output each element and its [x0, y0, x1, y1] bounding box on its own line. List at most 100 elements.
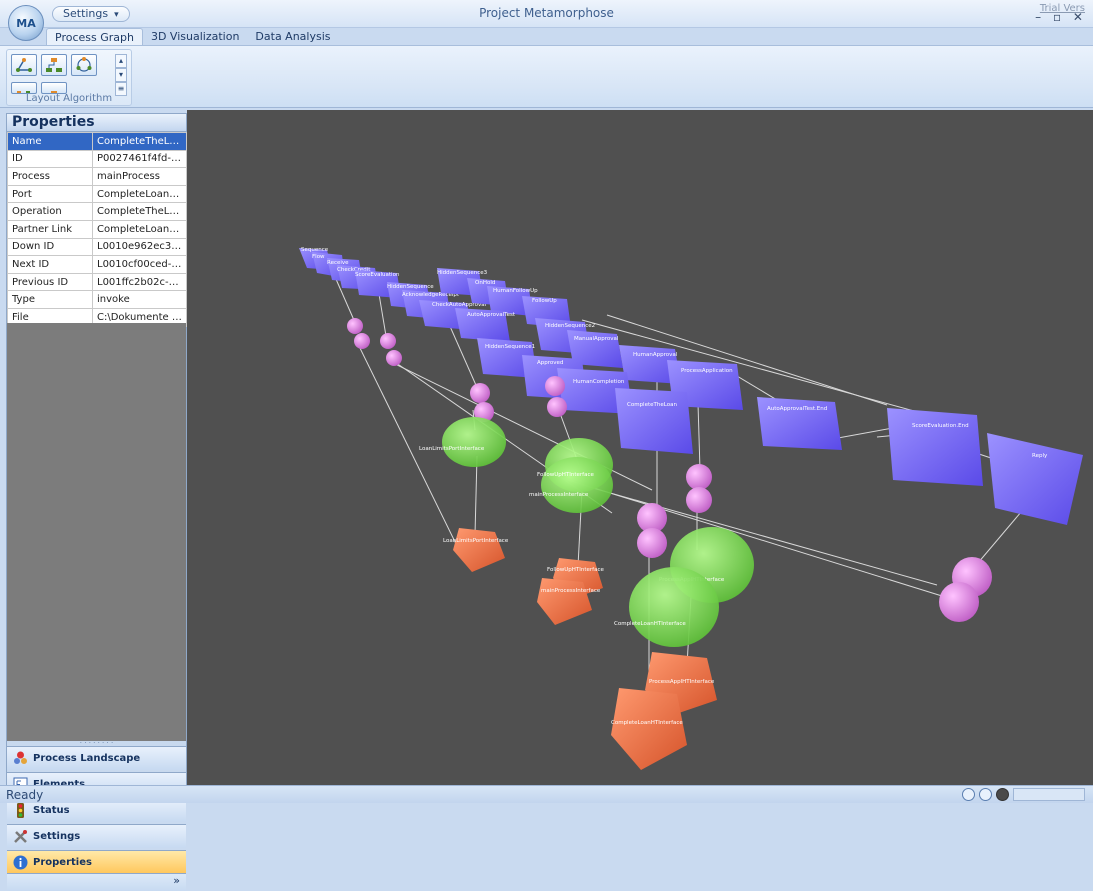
nav-label: Settings — [33, 831, 81, 842]
properties-panel: Properties Name CompleteTheLoan ID P0027461… — [6, 113, 187, 891]
property-key: Operation — [7, 202, 93, 221]
connector-sphere[interactable] — [939, 582, 979, 622]
nav-properties[interactable]: Properties — [7, 850, 186, 874]
hierarchy-layout-icon — [46, 58, 62, 72]
process-node[interactable]: AutoApprovalTest — [455, 308, 516, 342]
svg-text:LoanLimitsPortInterface: LoanLimitsPortInterface — [419, 446, 485, 452]
gallery-scroll-down[interactable]: ▾ — [115, 68, 127, 82]
status-bar: Ready — [0, 785, 1093, 803]
property-value[interactable]: L0010e962ec3-d59... — [92, 237, 187, 257]
property-value[interactable]: invoke — [92, 290, 187, 309]
zoom-slider[interactable] — [1013, 788, 1085, 801]
process-node[interactable]: CompleteTheLoan — [615, 388, 693, 454]
property-key: Down ID — [7, 237, 93, 257]
connector-sphere[interactable] — [380, 333, 396, 349]
port-box[interactable]: LoanLimitsPortInterface — [443, 528, 509, 572]
property-row[interactable]: PortCompleteLoanHTInt... — [7, 184, 187, 204]
application-menu-button[interactable]: MA — [8, 5, 44, 41]
app-logo-text: MA — [16, 16, 36, 30]
window-controls[interactable]: – ▫ ✕ — [1035, 10, 1087, 24]
property-row[interactable]: Next IDL0010cf00ced-623... — [7, 255, 187, 274]
dark-mode-icon[interactable] — [996, 788, 1009, 801]
property-row[interactable]: IDP0027461f4fd-5f7f-... — [7, 149, 187, 169]
interface-sphere[interactable]: FollowUpHTInterface mainProcessInterface — [529, 438, 613, 513]
connector-sphere[interactable] — [470, 383, 490, 403]
svg-text:HiddenSequence: HiddenSequence — [387, 284, 434, 290]
property-value[interactable]: CompleteTheLoan — [92, 132, 187, 151]
svg-text:Sequence: Sequence — [301, 247, 329, 253]
tools-icon — [14, 830, 27, 843]
process-node[interactable]: ScoreEvaluation.End — [887, 408, 983, 486]
connector-sphere[interactable] — [545, 376, 565, 396]
property-row[interactable]: Type invoke — [7, 290, 187, 309]
property-key: Partner Link — [7, 219, 93, 239]
layout-algorithm-label: Layout Algorithm — [25, 93, 113, 104]
tab-3d-visualization[interactable]: 3D Visualization — [143, 28, 247, 46]
tab-process-graph[interactable]: Process Graph — [46, 28, 143, 46]
svg-text:CompleteLoanHTInterface: CompleteLoanHTInterface — [614, 621, 686, 627]
svg-text:Flow: Flow — [312, 254, 325, 260]
property-value[interactable]: mainProcess — [92, 167, 187, 186]
connector-sphere[interactable] — [686, 487, 712, 513]
property-key: Name — [7, 132, 93, 151]
interface-sphere[interactable]: LoanLimitsPortInterface — [419, 417, 506, 467]
port-box[interactable]: CompleteLoanHTInterface — [611, 688, 687, 770]
globe-icon[interactable] — [962, 788, 975, 801]
property-row[interactable]: Process mainProcess — [7, 167, 187, 186]
nav-overflow-button[interactable]: » — [7, 873, 186, 891]
nav-settings[interactable]: Settings — [7, 824, 186, 848]
gallery-scroll-up[interactable]: ▴ — [115, 54, 127, 68]
svg-text:HumanFollowUp: HumanFollowUp — [493, 288, 538, 294]
property-value[interactable]: L0010cf00ced-623... — [92, 255, 187, 274]
layout-tree-button[interactable] — [11, 54, 37, 76]
svg-text:CompleteTheLoan: CompleteTheLoan — [627, 402, 677, 408]
connector-sphere[interactable] — [686, 464, 712, 490]
tab-data-analysis[interactable]: Data Analysis — [247, 28, 338, 46]
svg-text:ManualApproval: ManualApproval — [574, 336, 619, 342]
property-key: Previous ID — [7, 272, 93, 292]
svg-text:HiddenSequence1: HiddenSequence1 — [485, 344, 535, 350]
layout-hierarchy-button[interactable] — [41, 54, 67, 76]
property-value[interactable]: CompleteLoanHTInt... — [92, 184, 187, 204]
connector-sphere[interactable] — [354, 333, 370, 349]
property-row[interactable]: Partner LinkCompleteLoanHTInt... — [7, 219, 187, 239]
status-text: Ready — [6, 788, 44, 802]
process-node[interactable]: AutoApprovalTest.End — [757, 397, 842, 450]
properties-empty-area — [7, 323, 186, 741]
window-title: Project Metamorphose — [479, 6, 614, 20]
svg-text:AutoApprovalTest: AutoApprovalTest — [467, 312, 516, 318]
svg-text:ScoreEvaluation.End: ScoreEvaluation.End — [912, 423, 969, 429]
process-graph-view[interactable]: Sequence Flow Receive CheckCredit ScoreE… — [187, 110, 1093, 785]
graph-canvas[interactable]: Sequence Flow Receive CheckCredit ScoreE… — [187, 110, 1093, 785]
property-row[interactable]: Previous IDL001ffc2b02c-4c7a... — [7, 272, 187, 292]
property-value[interactable]: L001ffc2b02c-4c7a... — [92, 272, 187, 292]
layout-circle-button[interactable] — [71, 54, 97, 76]
connector-sphere[interactable] — [637, 528, 667, 558]
svg-text:FollowUp: FollowUp — [532, 298, 557, 304]
connector-sphere[interactable] — [347, 318, 363, 334]
connector-sphere[interactable] — [386, 350, 402, 366]
property-key: Next ID — [7, 255, 93, 274]
nav-label: Process Landscape — [33, 753, 141, 764]
process-node[interactable]: Reply — [987, 433, 1083, 525]
title-bar: Settings ▾ Project Metamorphose Trial Ver… — [0, 0, 1093, 28]
tree-layout-icon — [16, 58, 32, 72]
svg-text:HumanApproval: HumanApproval — [633, 352, 678, 358]
property-key: Port — [7, 184, 93, 204]
property-value[interactable]: CompleteTheLoan — [92, 202, 187, 221]
property-value[interactable]: CompleteLoanHTInt... — [92, 219, 187, 239]
svg-text:FollowUpHTInterface: FollowUpHTInterface — [537, 472, 595, 478]
svg-text:ProcessApplication: ProcessApplication — [681, 368, 733, 374]
process-landscape-icon — [14, 751, 27, 764]
property-value[interactable]: P0027461f4fd-5f7f-... — [92, 149, 187, 169]
circle-layout-icon — [76, 57, 92, 72]
svg-text:Reply: Reply — [1032, 453, 1048, 459]
property-row[interactable]: Down IDL0010e962ec3-d59... — [7, 237, 187, 257]
connector-sphere[interactable] — [547, 397, 567, 417]
nav-process-landscape[interactable]: Process Landscape — [7, 746, 186, 770]
view-mode-icon[interactable] — [979, 788, 992, 801]
property-row[interactable]: Name CompleteTheLoan — [7, 132, 187, 151]
svg-text:ProcessApplHTInterface: ProcessApplHTInterface — [649, 679, 715, 685]
property-row[interactable]: Operation CompleteTheLoan — [7, 202, 187, 221]
interface-sphere[interactable]: CompleteLoanHTInterface — [614, 567, 719, 647]
